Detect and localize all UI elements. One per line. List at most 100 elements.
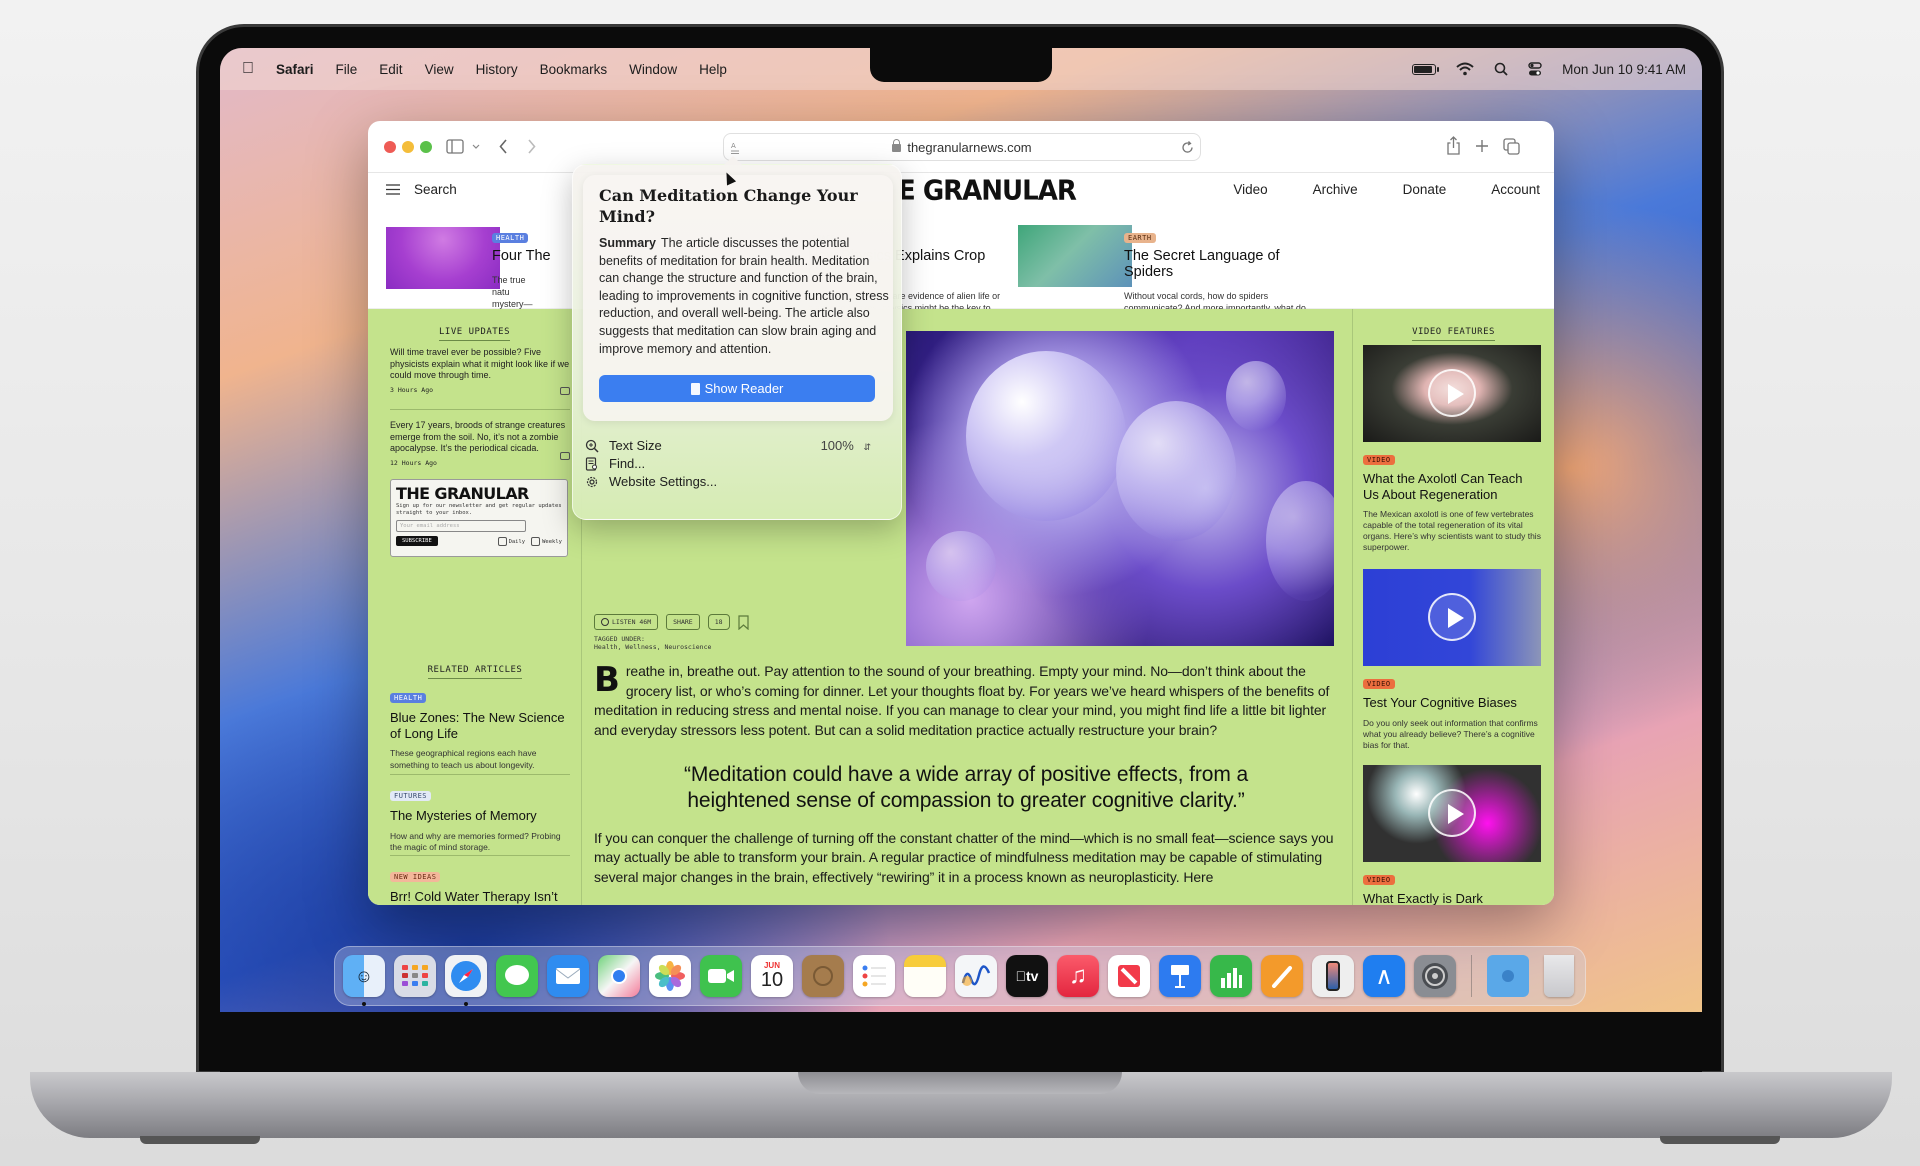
- dock-iphone-mirroring[interactable]: [1312, 955, 1354, 997]
- dock-system-settings[interactable]: [1414, 955, 1456, 997]
- thumbnail-image[interactable]: [1018, 225, 1132, 287]
- new-tab-icon[interactable]: [1475, 139, 1489, 153]
- dock-keynote[interactable]: [1159, 955, 1201, 997]
- nav-donate[interactable]: Donate: [1403, 182, 1447, 197]
- page-menu-icon[interactable]: A: [730, 140, 740, 156]
- forward-icon[interactable]: [527, 139, 536, 154]
- video-title[interactable]: Test Your Cognitive Biases: [1363, 695, 1541, 711]
- dock-photos[interactable]: [649, 955, 691, 997]
- battery-icon[interactable]: [1412, 63, 1440, 75]
- menu-bookmarks[interactable]: Bookmarks: [540, 62, 608, 77]
- bookmark-icon[interactable]: [737, 614, 749, 630]
- find-item[interactable]: Find...: [585, 456, 891, 471]
- dock-contacts[interactable]: [802, 955, 844, 997]
- weekly-checkbox[interactable]: Weekly: [531, 536, 562, 546]
- back-icon[interactable]: [499, 139, 508, 154]
- menu-app-name[interactable]: Safari: [276, 62, 314, 77]
- menu-view[interactable]: View: [425, 62, 454, 77]
- article-title[interactable]: Blue Zones: The New Science of Long Life: [390, 710, 570, 741]
- article-tags[interactable]: Health, Wellness, Neuroscience: [594, 643, 711, 651]
- website-settings-item[interactable]: Website Settings...: [585, 474, 891, 489]
- dock-launchpad[interactable]: [394, 955, 436, 997]
- video-camera-icon: [708, 969, 734, 983]
- site-logo[interactable]: E GRANULAR: [898, 175, 1077, 207]
- nav-account[interactable]: Account: [1491, 182, 1540, 197]
- article-title[interactable]: Brr! Cold Water Therapy Isn’t for Everyo…: [390, 889, 570, 905]
- text-size-value[interactable]: 100% ⇵: [821, 438, 871, 453]
- subscribe-button[interactable]: SUBSCRIBE: [396, 536, 438, 547]
- video-title[interactable]: What Exactly is Dark: [1363, 891, 1541, 905]
- related-article[interactable]: NEW IDEAS Brr! Cold Water Therapy Isn’t …: [390, 866, 570, 905]
- video-thumbnail[interactable]: [1363, 569, 1541, 666]
- live-update-item[interactable]: Every 17 years, broods of strange creatu…: [390, 420, 570, 468]
- text-size-item[interactable]: Text Size 100% ⇵: [585, 438, 891, 453]
- hamburger-menu-icon[interactable]: [386, 184, 400, 195]
- dock-app-store[interactable]: ∧: [1363, 955, 1405, 997]
- comment-icon[interactable]: [560, 386, 570, 395]
- live-update-item[interactable]: Will time travel ever be possible? Five …: [390, 347, 570, 395]
- nav-archive[interactable]: Archive: [1313, 182, 1358, 197]
- related-article[interactable]: FUTURES The Mysteries of Memory How and …: [390, 785, 570, 854]
- dock-numbers[interactable]: [1210, 955, 1252, 997]
- dock-trash[interactable]: [1544, 955, 1574, 997]
- share-icon[interactable]: [1446, 136, 1461, 155]
- menu-clock[interactable]: Mon Jun 10 9:41 AM: [1562, 62, 1686, 77]
- sidebar-icon[interactable]: [446, 139, 464, 154]
- article-title[interactable]: The Secret Language of Spiders: [1124, 248, 1324, 280]
- daily-checkbox[interactable]: Daily: [497, 536, 525, 546]
- video-thumbnail[interactable]: [1363, 765, 1541, 862]
- maps-icon: [611, 968, 627, 984]
- menu-edit[interactable]: Edit: [379, 62, 402, 77]
- dock-finder[interactable]: ☺: [343, 955, 385, 1006]
- dock-freeform[interactable]: [955, 955, 997, 997]
- show-reader-button[interactable]: Show Reader: [599, 375, 875, 402]
- dock-mail[interactable]: [547, 955, 589, 997]
- dock-facetime[interactable]: [700, 955, 742, 997]
- wifi-icon[interactable]: [1456, 62, 1474, 76]
- dock-tv[interactable]: tv: [1006, 955, 1048, 997]
- menu-help[interactable]: Help: [699, 62, 727, 77]
- video-feature[interactable]: VIDEO Test Your Cognitive Biases Do you …: [1363, 569, 1541, 751]
- dock-reminders[interactable]: [853, 955, 895, 997]
- nav-video[interactable]: Video: [1233, 182, 1267, 197]
- dock-calendar[interactable]: JUN 10: [751, 955, 793, 997]
- menu-file[interactable]: File: [336, 62, 358, 77]
- apple-menu-icon[interactable]: : [242, 61, 258, 77]
- email-field[interactable]: Your email address: [396, 520, 526, 533]
- article-title[interactable]: The Mysteries of Memory: [390, 808, 570, 824]
- menu-window[interactable]: Window: [629, 62, 677, 77]
- dock-notes[interactable]: [904, 955, 946, 997]
- video-title[interactable]: What the Axolotl Can Teach Us About Rege…: [1363, 471, 1541, 502]
- related-article[interactable]: HEALTH Blue Zones: The New Science of Lo…: [390, 687, 570, 771]
- dock-pages[interactable]: [1261, 955, 1303, 997]
- thumbnail-image[interactable]: [386, 227, 500, 289]
- dock-messages[interactable]: [496, 955, 538, 997]
- share-button[interactable]: SHARE: [666, 614, 700, 630]
- dock-maps[interactable]: [598, 955, 640, 997]
- tab-overview-icon[interactable]: [1503, 138, 1520, 155]
- control-center-icon[interactable]: [1528, 61, 1542, 77]
- reload-icon[interactable]: [1181, 141, 1194, 154]
- close-window-button[interactable]: [384, 141, 396, 153]
- play-icon[interactable]: [1428, 369, 1476, 417]
- video-feature[interactable]: VIDEO What the Axolotl Can Teach Us Abou…: [1363, 345, 1541, 553]
- minimize-window-button[interactable]: [402, 141, 414, 153]
- dock-news[interactable]: [1108, 955, 1150, 997]
- video-thumbnail[interactable]: [1363, 345, 1541, 442]
- spotlight-search-icon[interactable]: [1494, 62, 1508, 76]
- comments-count-button[interactable]: 18: [707, 614, 730, 630]
- play-icon[interactable]: [1428, 593, 1476, 641]
- dock-music[interactable]: ♫: [1057, 955, 1099, 997]
- dock-safari[interactable]: [445, 955, 487, 1006]
- dock-downloads-folder[interactable]: [1487, 955, 1529, 997]
- listen-button[interactable]: LISTEN 46M: [594, 614, 659, 630]
- address-bar[interactable]: A thegranularnews.com: [723, 133, 1201, 161]
- chevron-down-icon[interactable]: [472, 144, 480, 149]
- menu-history[interactable]: History: [476, 62, 518, 77]
- article-title[interactable]: Four The: [492, 248, 551, 264]
- site-search-link[interactable]: Search: [414, 182, 457, 197]
- comment-icon[interactable]: [560, 451, 570, 460]
- video-feature[interactable]: VIDEO What Exactly is Dark: [1363, 765, 1541, 905]
- zoom-window-button[interactable]: [420, 141, 432, 153]
- play-icon[interactable]: [1428, 789, 1476, 837]
